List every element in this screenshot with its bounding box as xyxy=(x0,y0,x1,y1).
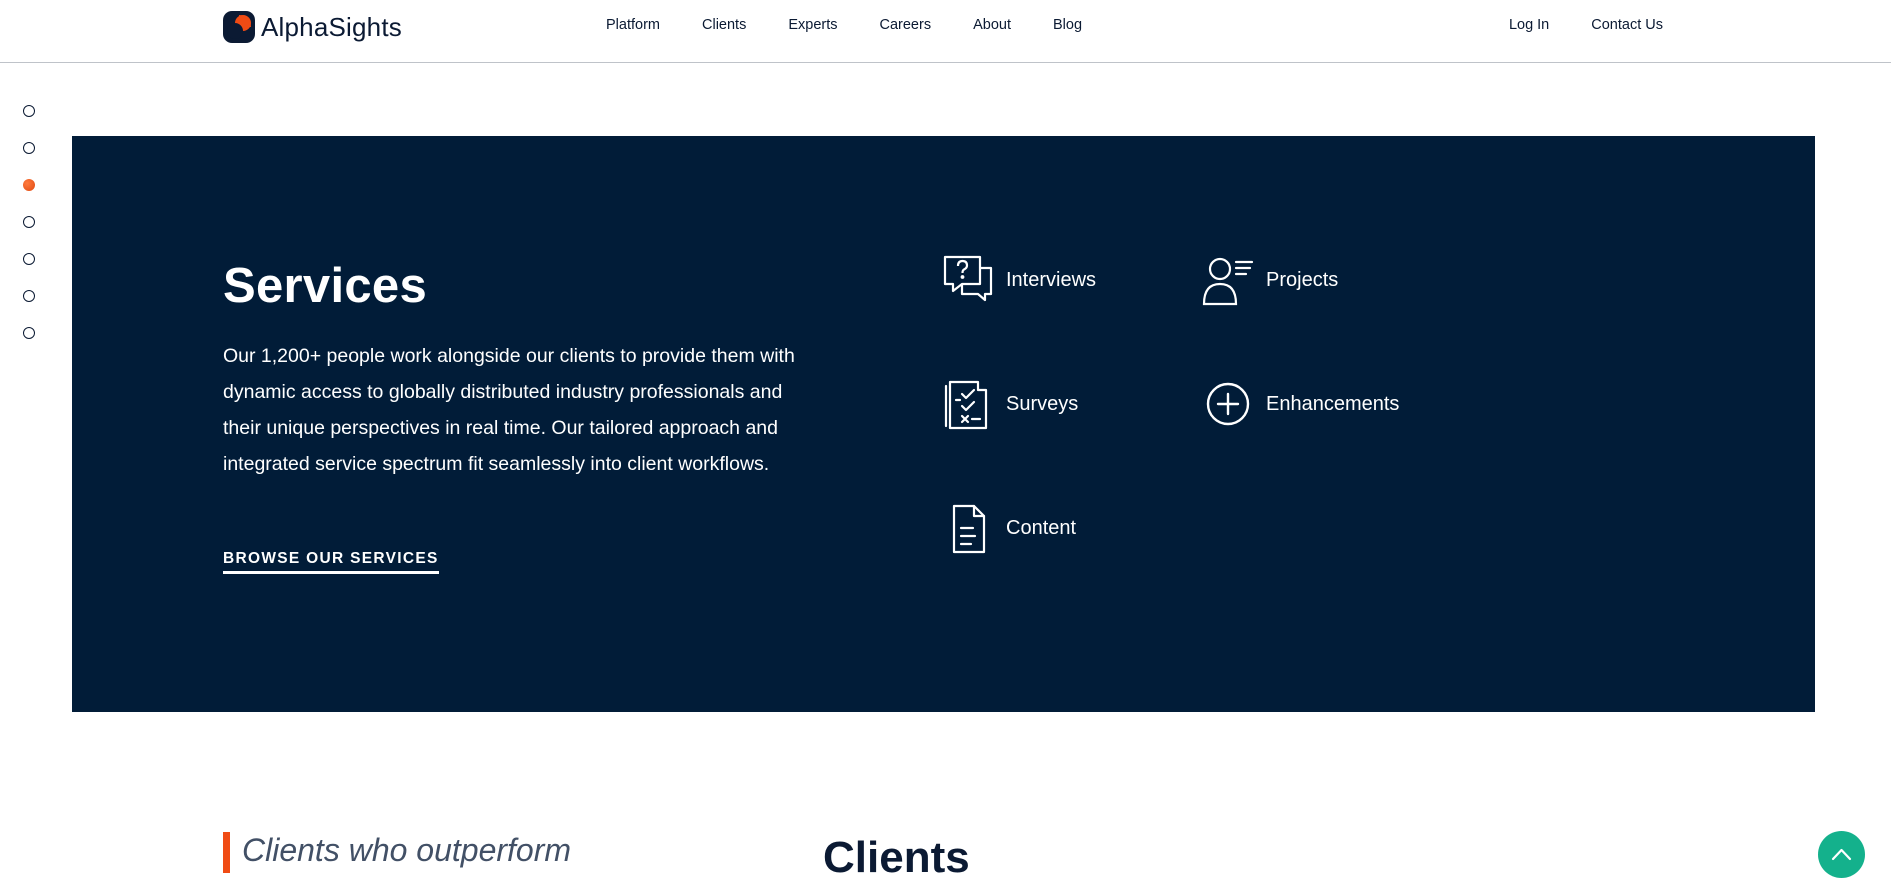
plus-circle-icon xyxy=(1206,382,1250,426)
service-label: Enhancements xyxy=(1266,392,1400,415)
section-dot-3[interactable] xyxy=(23,179,35,191)
service-label: Content xyxy=(1006,516,1077,539)
section-dot-7[interactable] xyxy=(23,327,35,339)
nav-careers[interactable]: Careers xyxy=(880,17,932,33)
nav-blog[interactable]: Blog xyxy=(1053,17,1082,33)
logo-text: AlphaSights xyxy=(261,11,402,42)
section-dot-4[interactable] xyxy=(23,216,35,228)
nav-clients[interactable]: Clients xyxy=(702,17,746,33)
service-label: Surveys xyxy=(1006,392,1079,415)
section-dot-1[interactable] xyxy=(23,105,35,117)
section-dot-nav xyxy=(23,105,35,364)
service-content[interactable]: Content xyxy=(942,502,1076,554)
account-nav: Log In Contact Us xyxy=(1467,17,1663,33)
nav-experts[interactable]: Experts xyxy=(788,17,837,33)
alphasights-logo-icon xyxy=(223,11,255,43)
chat-question-icon xyxy=(943,255,993,302)
service-projects[interactable]: Projects xyxy=(1202,254,1338,306)
services-panel: Services Our 1,200+ people work alongsid… xyxy=(72,136,1815,712)
service-label: Projects xyxy=(1266,268,1339,291)
section-dot-5[interactable] xyxy=(23,253,35,265)
person-list-icon xyxy=(1202,257,1254,306)
section-dot-2[interactable] xyxy=(23,142,35,154)
login-link[interactable]: Log In xyxy=(1509,17,1549,33)
service-label: Interviews xyxy=(1006,268,1097,291)
contact-us-link[interactable]: Contact Us xyxy=(1591,17,1663,33)
clients-title: Clients xyxy=(823,833,970,882)
services-title: Services xyxy=(223,259,428,313)
chevron-up-icon xyxy=(1831,848,1852,861)
logo-link[interactable]: AlphaSights xyxy=(223,11,402,43)
clients-tagline: Clients who outperform xyxy=(223,832,571,873)
service-enhancements[interactable]: Enhancements xyxy=(1202,378,1399,430)
document-icon xyxy=(952,504,986,554)
clipboard-check-icon xyxy=(944,380,988,430)
section-dot-6[interactable] xyxy=(23,290,35,302)
scroll-to-top-button[interactable] xyxy=(1818,831,1865,878)
nav-about[interactable]: About xyxy=(973,17,1011,33)
service-interviews[interactable]: Interviews xyxy=(942,254,1096,306)
service-surveys[interactable]: Surveys xyxy=(942,378,1078,430)
services-description: Our 1,200+ people work alongside our cli… xyxy=(223,345,795,475)
main-nav: Platform Clients Experts Careers About B… xyxy=(606,17,1124,33)
site-header: AlphaSights Platform Clients Experts Car… xyxy=(0,0,1891,63)
nav-platform[interactable]: Platform xyxy=(606,17,660,33)
browse-services-link[interactable]: BROWSE OUR SERVICES xyxy=(223,550,439,574)
